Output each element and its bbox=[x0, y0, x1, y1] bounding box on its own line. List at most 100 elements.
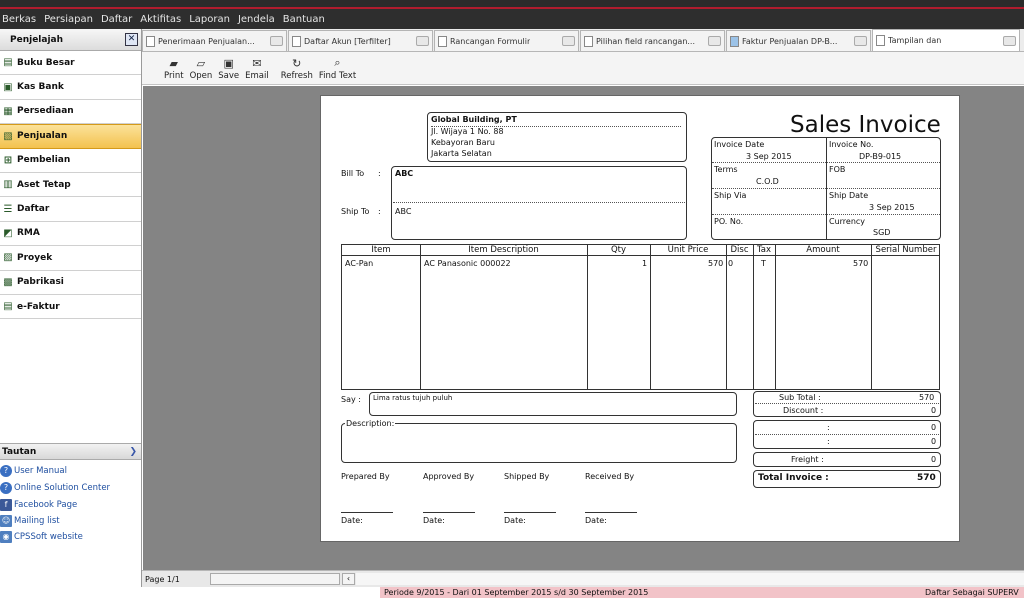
nav-persediaan[interactable]: ▦ Persediaan bbox=[0, 99, 141, 125]
close-explorer-button[interactable]: ✕ bbox=[125, 33, 138, 46]
menu-daftar[interactable]: Daftar bbox=[101, 14, 132, 25]
sales-icon: ▧ bbox=[3, 130, 13, 142]
link-online-solution[interactable]: ? Online Solution Center bbox=[0, 480, 110, 496]
print-button[interactable]: ▰ Print bbox=[164, 56, 184, 82]
currency-value: SGD bbox=[873, 228, 891, 237]
nav-kas-bank[interactable]: ▣ Kas Bank bbox=[0, 75, 141, 100]
menu-bar: Berkas Persiapan Daftar Aktifitas Lapora… bbox=[0, 9, 1024, 29]
link-label: User Manual bbox=[14, 466, 67, 476]
column-divider bbox=[775, 245, 776, 389]
nav-pembelian[interactable]: ⊞ Pembelian bbox=[0, 148, 141, 173]
ledger-icon: ▤ bbox=[3, 57, 13, 69]
email-icon: ✉ bbox=[252, 56, 262, 70]
link-label: Mailing list bbox=[14, 516, 60, 526]
document-tab-bar: Penerimaan Penjualan... Daftar Akun [Ter… bbox=[142, 29, 1024, 52]
tab-label: Pilihan field rancangan... bbox=[596, 36, 696, 46]
nav-label: Pabrikasi bbox=[17, 277, 64, 288]
tab-tampilan[interactable]: Tampilan dan bbox=[872, 29, 1020, 51]
say-value: Lima ratus tujuh puluh bbox=[373, 394, 453, 402]
page-navigator[interactable] bbox=[210, 573, 340, 585]
nav-pabrikasi[interactable]: ▩ Pabrikasi bbox=[0, 270, 141, 295]
close-tab-icon[interactable] bbox=[562, 36, 575, 46]
save-label: Save bbox=[218, 71, 240, 81]
tab-faktur-penjualan[interactable]: Faktur Penjualan DP-B... bbox=[726, 30, 871, 51]
link-mailing-list[interactable]: ☺ Mailing list bbox=[0, 513, 60, 529]
menu-jendela[interactable]: Jendela bbox=[238, 14, 275, 25]
tab-pilihan-field[interactable]: Pilihan field rancangan... bbox=[580, 30, 725, 51]
close-tab-icon[interactable] bbox=[270, 36, 283, 46]
row-item: AC-Pan bbox=[345, 259, 374, 268]
save-button[interactable]: ▣ Save bbox=[218, 56, 240, 82]
row-unit-price: 570 bbox=[708, 259, 724, 268]
nav-rma[interactable]: ◩ RMA bbox=[0, 221, 141, 247]
close-tab-icon[interactable] bbox=[708, 36, 721, 46]
user-text: Daftar Sebagai SUPERV bbox=[925, 588, 1019, 597]
nav-buku-besar[interactable]: ▤ Buku Besar bbox=[0, 51, 141, 76]
invoice-title: Sales Invoice bbox=[790, 112, 941, 138]
cart-icon: ⊞ bbox=[3, 154, 13, 166]
open-button[interactable]: ▱ Open bbox=[190, 56, 213, 82]
links-title: Tautan bbox=[2, 446, 37, 457]
column-divider bbox=[587, 245, 588, 389]
link-user-manual[interactable]: ? User Manual bbox=[0, 463, 67, 479]
company-address-line1: Jl. Wijaya 1 No. 88 bbox=[431, 127, 504, 136]
company-address-line3: Jakarta Selatan bbox=[431, 149, 492, 158]
find-text-label: Find Text bbox=[318, 71, 357, 81]
tab-daftar-akun[interactable]: Daftar Akun [Terfilter] bbox=[288, 30, 433, 51]
invoice-page: Global Building, PT Jl. Wijaya 1 No. 88 … bbox=[320, 95, 960, 542]
link-label: Facebook Page bbox=[14, 500, 78, 510]
company-address-line2: Kebayoran Baru bbox=[431, 138, 495, 147]
nav-e-faktur[interactable]: ▤ e-Faktur bbox=[0, 294, 141, 320]
find-text-button[interactable]: ⌕ Find Text bbox=[319, 56, 356, 81]
ship-to-value: ABC bbox=[395, 207, 412, 216]
document-icon bbox=[876, 35, 885, 46]
approved-by-label: Approved By bbox=[423, 472, 475, 481]
email-button[interactable]: ✉ Email bbox=[245, 56, 269, 82]
explorer-title: Penjelajah bbox=[10, 34, 64, 45]
document-icon bbox=[438, 35, 447, 47]
close-tab-icon[interactable] bbox=[416, 36, 429, 46]
close-tab-icon[interactable] bbox=[1003, 35, 1016, 46]
scroll-left-icon[interactable]: ‹ bbox=[342, 573, 355, 585]
ship-date-value: 3 Sep 2015 bbox=[869, 203, 915, 212]
link-facebook[interactable]: f Facebook Page bbox=[0, 497, 77, 513]
col-header-item: Item bbox=[371, 245, 391, 255]
tab-label: Tampilan dan bbox=[888, 36, 942, 45]
tab-penerimaan-penjualan[interactable]: Penerimaan Penjualan... bbox=[142, 30, 287, 51]
refresh-icon: ↻ bbox=[292, 56, 302, 70]
refresh-button[interactable]: ↻ Refresh bbox=[281, 56, 313, 82]
web-icon: ◉ bbox=[0, 531, 12, 543]
nav-label: Pembelian bbox=[17, 155, 71, 166]
close-tab-icon[interactable] bbox=[854, 36, 867, 46]
nav-penjualan[interactable]: ▧ Penjualan bbox=[0, 124, 141, 149]
horizontal-scrollbar[interactable] bbox=[356, 573, 1024, 585]
tab-rancangan-formulir[interactable]: Rancangan Formulir bbox=[434, 30, 579, 51]
app-window: Berkas Persiapan Daftar Aktifitas Lapora… bbox=[0, 0, 1024, 598]
menu-bantuan[interactable]: Bantuan bbox=[283, 14, 325, 25]
nav-aset-tetap[interactable]: ▥ Aset Tetap bbox=[0, 172, 141, 198]
ship-via-label: Ship Via bbox=[714, 191, 747, 200]
list-icon: ☰ bbox=[3, 203, 13, 215]
menu-aktifitas[interactable]: Aktifitas bbox=[140, 14, 181, 25]
bill-to-value: ABC bbox=[395, 169, 414, 178]
menu-laporan[interactable]: Laporan bbox=[189, 14, 230, 25]
building-icon: ▥ bbox=[3, 179, 13, 191]
link-cpssoft[interactable]: ◉ CPSSoft website bbox=[0, 529, 83, 545]
menu-persiapan[interactable]: Persiapan bbox=[44, 14, 93, 25]
nav-proyek[interactable]: ▨ Proyek bbox=[0, 246, 141, 271]
links-header[interactable]: Tautan ❯ bbox=[0, 443, 141, 460]
nav-label: Aset Tetap bbox=[17, 179, 71, 190]
invoice-no-label: Invoice No. bbox=[829, 140, 874, 149]
explorer-header: Penjelajah ✕ bbox=[0, 29, 141, 51]
column-divider bbox=[871, 245, 872, 389]
print-label: Print bbox=[164, 71, 184, 81]
facebook-icon: f bbox=[0, 499, 12, 511]
tab-label: Rancangan Formulir bbox=[450, 36, 531, 46]
chevron-down-icon[interactable]: ❯ bbox=[129, 447, 137, 457]
nav-daftar[interactable]: ☰ Daftar bbox=[0, 197, 141, 222]
nav-label: Buku Besar bbox=[17, 57, 75, 68]
help-icon: ? bbox=[0, 482, 12, 494]
menu-berkas[interactable]: Berkas bbox=[2, 14, 36, 25]
ship-to-label: Ship To bbox=[341, 207, 370, 216]
freight-label: Freight : bbox=[791, 455, 824, 464]
